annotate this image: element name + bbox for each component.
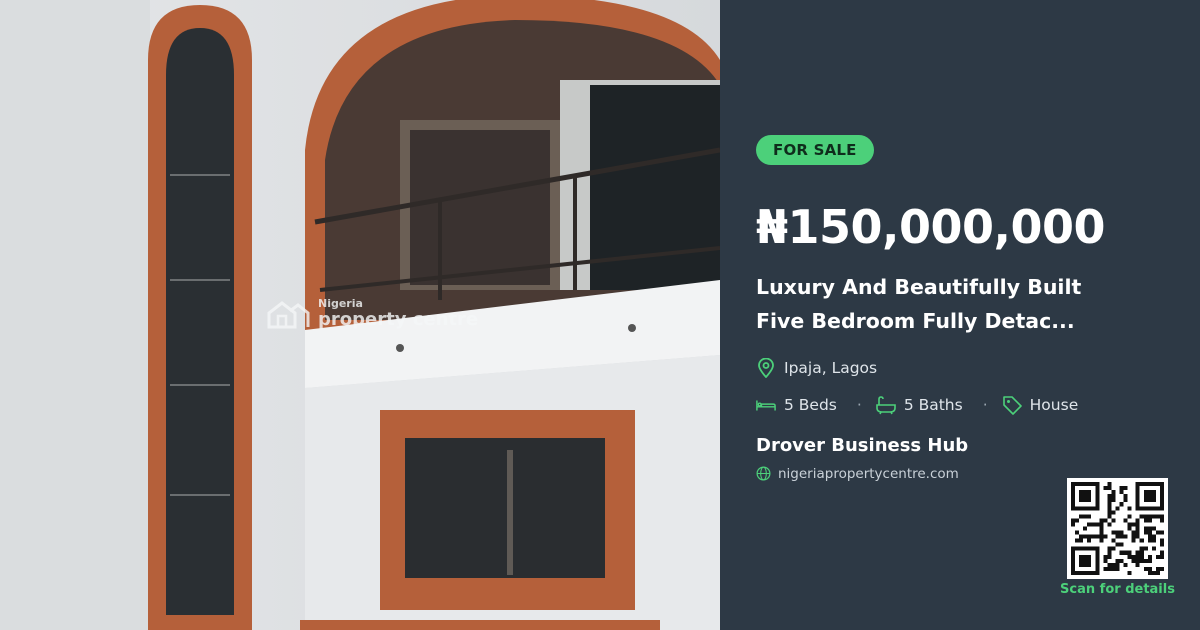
tag-icon: [1002, 395, 1022, 415]
beds-text: 5 Beds: [784, 396, 837, 414]
title-line-2: Five Bedroom Fully Detac...: [756, 309, 1075, 333]
qr-code-image: [1071, 482, 1164, 575]
globe-icon: [756, 466, 772, 482]
watermark-brand-text: property centre: [318, 309, 479, 330]
for-sale-badge: FOR SALE: [756, 135, 874, 165]
qr-code[interactable]: [1067, 478, 1168, 579]
separator-dot: ·: [856, 396, 862, 414]
map-pin-icon: [756, 358, 776, 378]
house-logo-icon: [267, 300, 310, 328]
website-text: nigeriapropertycentre.com: [778, 466, 959, 482]
location-text: Ipaja, Lagos: [784, 359, 878, 377]
price: ₦150,000,000: [756, 200, 1106, 254]
watermark-small-text: Nigeria: [318, 297, 363, 310]
property-photo: Nigeria property centre: [0, 0, 720, 630]
separator-dot: ·: [982, 396, 988, 414]
bathtub-icon: [876, 395, 896, 415]
agent-name[interactable]: Drover Business Hub: [756, 435, 968, 456]
title-line-1: Luxury And Beautifully Built: [756, 275, 1082, 299]
scan-label: Scan for details: [1060, 582, 1175, 597]
property-type-text: House: [1029, 396, 1079, 414]
features-row: 5 Beds · 5 Baths · House: [756, 395, 1078, 415]
listing-title[interactable]: Luxury And Beautifully Built Five Bedroo…: [756, 270, 1086, 338]
website-row[interactable]: nigeriapropertycentre.com: [756, 466, 959, 482]
info-panel: FOR SALE ₦150,000,000 Luxury And Beautif…: [720, 0, 1200, 630]
watermark: Nigeria property centre: [266, 298, 478, 329]
bed-icon: [756, 395, 776, 415]
location-row: Ipaja, Lagos: [756, 358, 877, 378]
listing-card: Nigeria property centre FOR SALE ₦150,00…: [0, 0, 1200, 630]
baths-text: 5 Baths: [903, 396, 963, 414]
